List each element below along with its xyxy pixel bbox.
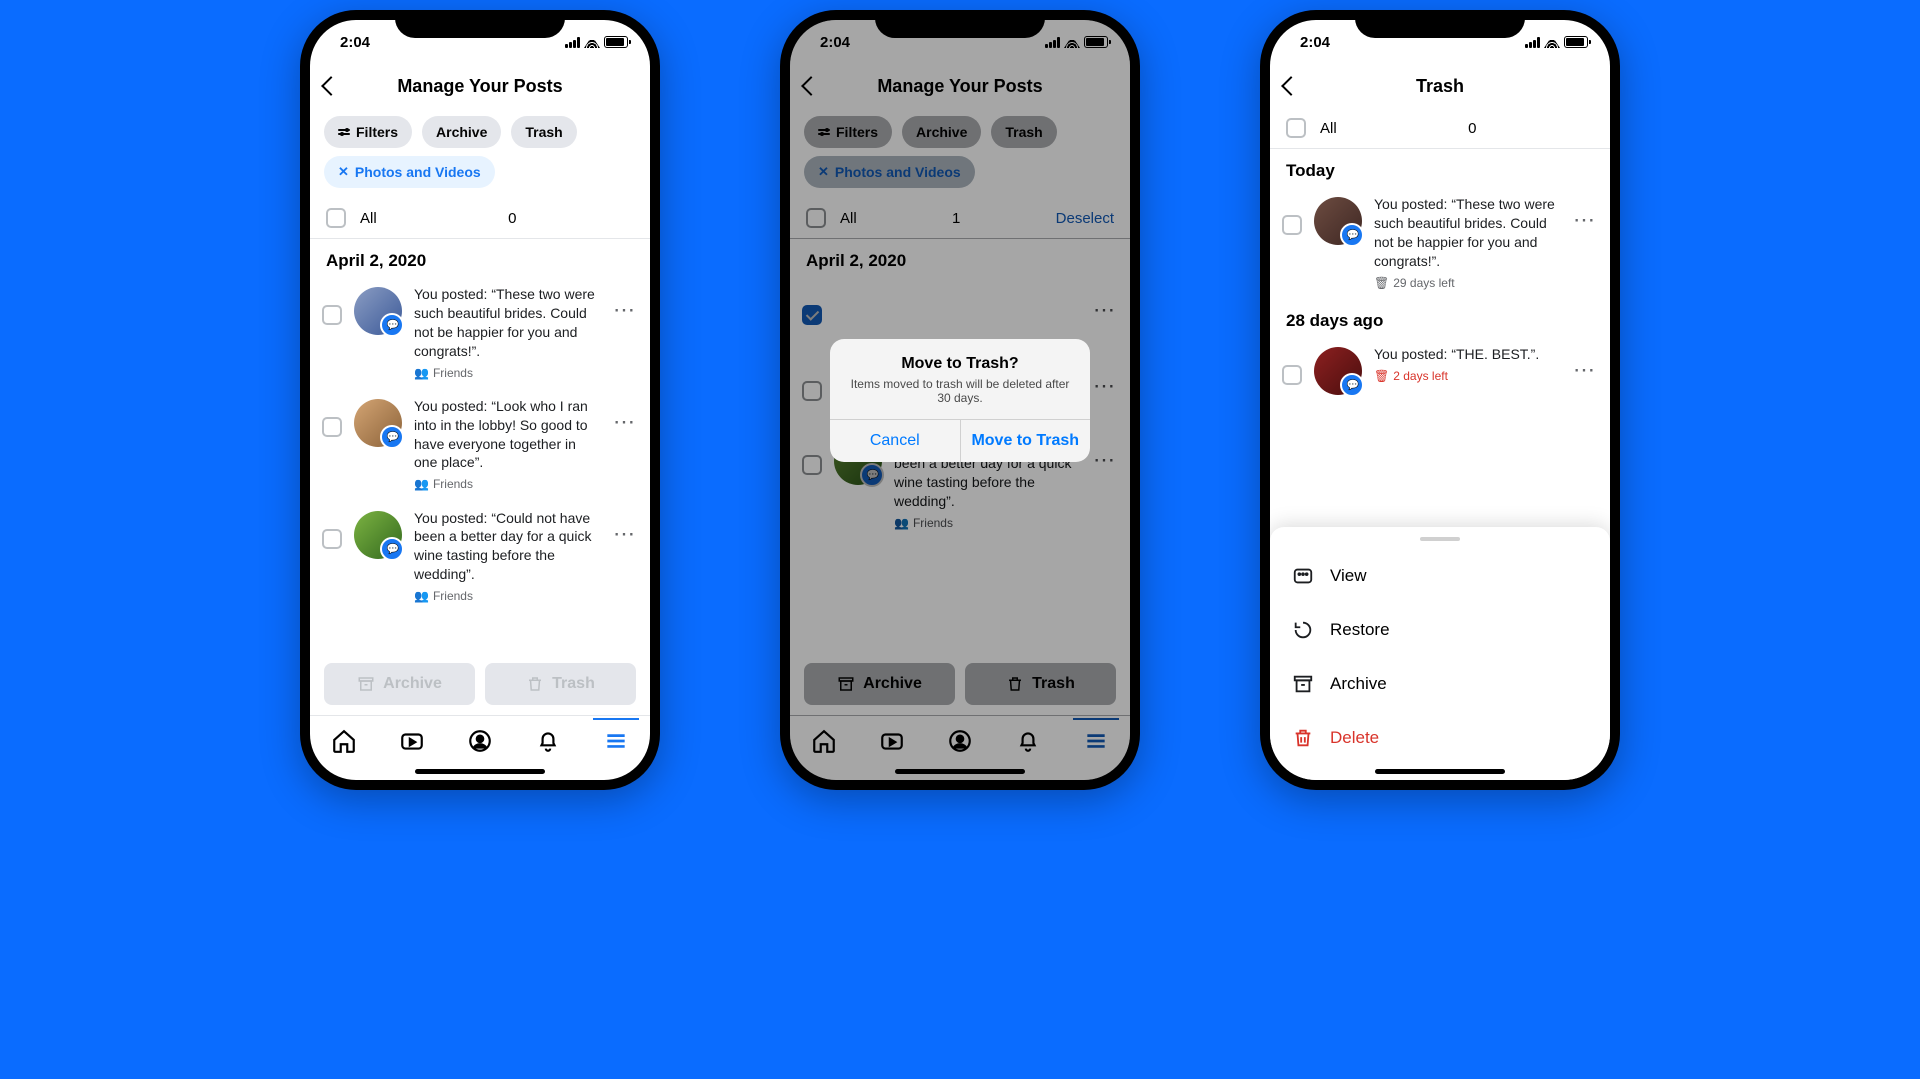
wifi-icon xyxy=(584,36,600,48)
status-time: 2:04 xyxy=(1300,34,1330,51)
post-checkbox[interactable] xyxy=(1282,215,1302,235)
page-title: Manage Your Posts xyxy=(338,76,622,97)
tabbar xyxy=(310,715,650,765)
filter-chips: Filters Archive Trash xyxy=(310,108,650,156)
more-icon[interactable]: ⋯ xyxy=(611,285,638,323)
confirm-button[interactable]: Move to Trash xyxy=(961,420,1091,462)
battery-icon xyxy=(1564,36,1588,48)
trash-chip[interactable]: Trash xyxy=(511,116,576,148)
phone-trash-sheet: 2:04 Trash All 0 Today You posted: “Thes… xyxy=(1260,10,1620,790)
post-audience: Friends xyxy=(433,588,473,604)
sheet-archive[interactable]: Archive xyxy=(1270,657,1610,711)
sheet-restore[interactable]: Restore xyxy=(1270,603,1610,657)
date-header: Today xyxy=(1270,149,1610,187)
more-icon[interactable]: ⋯ xyxy=(1571,195,1598,233)
post-audience: Friends xyxy=(433,476,473,492)
avatar xyxy=(1314,347,1362,395)
more-icon[interactable]: ⋯ xyxy=(1571,345,1598,383)
home-indicator xyxy=(1375,769,1505,774)
delete-icon xyxy=(1292,727,1314,749)
tab-notifications[interactable] xyxy=(535,728,561,754)
action-sheet: View Restore Archive Delete xyxy=(1270,527,1610,780)
post-checkbox[interactable] xyxy=(1282,365,1302,385)
select-all-label: All xyxy=(360,210,377,227)
friends-icon: 👥 xyxy=(414,588,429,604)
trash-small-icon: 🗑 xyxy=(1374,368,1389,384)
dialog-body: Items moved to trash will be deleted aft… xyxy=(846,377,1074,405)
phone-manage-posts: 2:04 Manage Your Posts Filters Archive T… xyxy=(300,10,660,790)
time-left: 29 days left xyxy=(1393,275,1454,291)
select-row: All 0 xyxy=(1270,108,1610,148)
sliders-icon xyxy=(338,129,350,135)
selected-count: 0 xyxy=(1351,120,1594,137)
modal-overlay[interactable]: Move to Trash? Items moved to trash will… xyxy=(790,20,1130,780)
nav-header: Manage Your Posts xyxy=(310,64,650,108)
post-item: You posted: “These two were such beautif… xyxy=(310,277,650,389)
selected-count: 0 xyxy=(391,210,634,227)
time-left: 2 days left xyxy=(1393,368,1448,384)
wifi-icon xyxy=(1544,36,1560,48)
move-to-trash-dialog: Move to Trash? Items moved to trash will… xyxy=(830,339,1090,462)
post-checkbox[interactable] xyxy=(322,529,342,549)
notch xyxy=(1355,10,1525,38)
trash-button[interactable]: Trash xyxy=(485,663,636,705)
trash-icon xyxy=(526,675,544,693)
post-checkbox[interactable] xyxy=(322,305,342,325)
date-header: 28 days ago xyxy=(1270,299,1610,337)
page-title: Trash xyxy=(1298,76,1582,97)
select-row: All 0 xyxy=(310,198,650,238)
nav-header: Trash xyxy=(1270,64,1610,108)
archive-chip[interactable]: Archive xyxy=(422,116,501,148)
dialog-title: Move to Trash? xyxy=(842,355,1078,373)
tab-home[interactable] xyxy=(331,728,357,754)
friends-icon: 👥 xyxy=(414,476,429,492)
post-text: You posted: “Could not have been a bette… xyxy=(414,510,591,583)
avatar xyxy=(1314,197,1362,245)
post-text: You posted: “These two were such beautif… xyxy=(1374,196,1555,269)
view-icon xyxy=(1292,565,1314,587)
tab-watch[interactable] xyxy=(399,728,425,754)
sheet-view[interactable]: View xyxy=(1270,549,1610,603)
more-icon[interactable]: ⋯ xyxy=(611,509,638,547)
post-text: You posted: “Look who I ran into in the … xyxy=(414,398,588,471)
filters-chip[interactable]: Filters xyxy=(324,116,412,148)
select-all-checkbox[interactable] xyxy=(326,208,346,228)
action-bar: Archive Trash xyxy=(310,653,650,715)
phone-move-to-trash-dialog: 2:04 Manage Your Posts Filters Archive T… xyxy=(780,10,1140,790)
more-icon[interactable]: ⋯ xyxy=(611,397,638,435)
friends-icon: 👥 xyxy=(414,365,429,381)
select-all-label: All xyxy=(1320,120,1337,137)
tab-menu[interactable] xyxy=(603,728,629,754)
notch xyxy=(395,10,565,38)
post-audience: Friends xyxy=(433,365,473,381)
avatar xyxy=(354,287,402,335)
post-item: You posted: “Could not have been a bette… xyxy=(310,501,650,613)
archive-icon xyxy=(1292,673,1314,695)
signal-icon xyxy=(565,36,580,48)
archive-icon xyxy=(357,675,375,693)
restore-icon xyxy=(1292,619,1314,641)
active-filter-chip[interactable]: ✕Photos and Videos xyxy=(324,156,495,188)
signal-icon xyxy=(1525,36,1540,48)
avatar xyxy=(354,399,402,447)
post-item: You posted: “THE. BEST.”. 🗑2 days left ⋯ xyxy=(1270,337,1610,403)
battery-icon xyxy=(604,36,628,48)
date-header: April 2, 2020 xyxy=(310,239,650,277)
post-checkbox[interactable] xyxy=(322,417,342,437)
archive-button[interactable]: Archive xyxy=(324,663,475,705)
status-time: 2:04 xyxy=(340,34,370,51)
post-text: You posted: “THE. BEST.”. xyxy=(1374,346,1539,362)
select-all-checkbox[interactable] xyxy=(1286,118,1306,138)
sheet-handle[interactable] xyxy=(1420,537,1460,541)
sheet-delete[interactable]: Delete xyxy=(1270,711,1610,765)
tab-profile[interactable] xyxy=(467,728,493,754)
close-icon: ✕ xyxy=(338,164,349,180)
avatar xyxy=(354,511,402,559)
home-indicator xyxy=(415,769,545,774)
post-text: You posted: “These two were such beautif… xyxy=(414,286,595,359)
trash-small-icon: 🗑 xyxy=(1374,275,1389,291)
post-item: You posted: “These two were such beautif… xyxy=(1270,187,1610,299)
cancel-button[interactable]: Cancel xyxy=(830,420,961,462)
post-item: You posted: “Look who I ran into in the … xyxy=(310,389,650,501)
